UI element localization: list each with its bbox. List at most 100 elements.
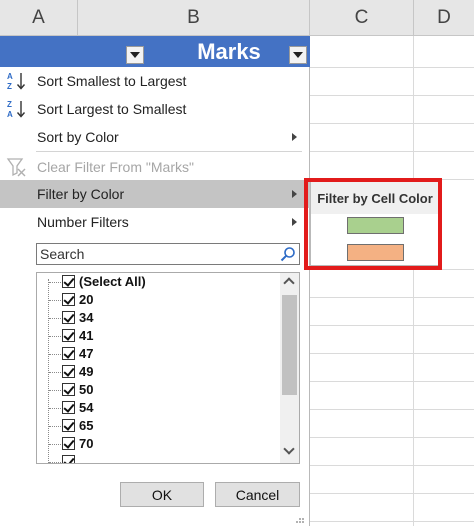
column-header-a-label: A <box>32 6 45 28</box>
tree-branch <box>49 372 61 373</box>
list-item-label: 34 <box>79 310 94 325</box>
chevron-right-icon <box>292 218 297 226</box>
filter-dropdown-button-b[interactable] <box>289 46 307 64</box>
svg-text:A: A <box>7 110 13 119</box>
list-item[interactable]: 41 <box>37 327 281 345</box>
list-item[interactable]: 50 <box>37 381 281 399</box>
checkbox[interactable] <box>62 347 75 360</box>
checkbox[interactable] <box>62 311 75 324</box>
column-header-b-label: B <box>187 6 200 28</box>
checkbox[interactable] <box>62 365 75 378</box>
list-item[interactable]: 49 <box>37 363 281 381</box>
header-title: Marks <box>197 38 261 64</box>
grid-line <box>310 521 474 522</box>
chevron-right-icon <box>292 190 297 198</box>
checkbox[interactable] <box>62 275 75 288</box>
chevron-right-icon <box>292 133 297 141</box>
tree-branch <box>49 390 61 391</box>
list-item[interactable]: 54 <box>37 399 281 417</box>
tree-branch <box>49 426 61 427</box>
list-item-label: 54 <box>79 400 94 415</box>
svg-text:Z: Z <box>7 100 12 109</box>
grid-line <box>310 123 474 124</box>
checkbox[interactable] <box>62 401 75 414</box>
scroll-up-icon[interactable] <box>283 277 295 289</box>
chevron-down-icon <box>130 52 140 58</box>
grid-line <box>310 381 474 382</box>
list-item-label: 47 <box>79 346 94 361</box>
tree-branch <box>49 282 61 283</box>
grid-line <box>310 95 474 96</box>
column-header-a[interactable]: A <box>0 0 78 36</box>
column-header-d-label: D <box>437 6 451 28</box>
tree-branch <box>49 354 61 355</box>
svg-text:A: A <box>7 72 13 81</box>
list-item-label: (Select All) <box>79 274 146 289</box>
column-header-b[interactable]: B <box>78 0 310 36</box>
menu-item-label: Sort by Color <box>37 129 119 145</box>
list-item-label: 49 <box>79 364 94 379</box>
list-scrollbar[interactable] <box>280 272 300 464</box>
ok-button[interactable]: OK <box>120 482 204 507</box>
menu-item-sort-descending[interactable]: Z A Sort Largest to Smallest <box>0 95 310 123</box>
checkbox[interactable] <box>62 437 75 450</box>
menu-item-label: Sort Largest to Smallest <box>37 101 187 117</box>
scrollbar-thumb[interactable] <box>282 295 297 395</box>
header-cell-a[interactable] <box>0 36 78 67</box>
tree-branch <box>49 300 61 301</box>
sort-ascending-icon: A Z <box>7 72 26 91</box>
menu-item-clear-filter[interactable]: Clear Filter From "Marks" <box>0 153 310 181</box>
grid-line <box>413 36 414 526</box>
column-header-d[interactable]: D <box>414 0 474 36</box>
checkbox[interactable] <box>62 329 75 342</box>
filter-dropdown-button-a[interactable] <box>126 46 144 64</box>
search-icon <box>280 247 295 262</box>
list-item[interactable]: 70 <box>37 435 281 453</box>
tree-branch <box>49 408 61 409</box>
menu-separator <box>36 151 302 152</box>
list-item[interactable]: 34 <box>37 309 281 327</box>
chevron-down-icon <box>293 52 303 58</box>
resize-grip-icon[interactable] <box>294 516 306 524</box>
list-item-label: 70 <box>79 436 94 451</box>
grid-line <box>310 437 474 438</box>
search-input[interactable]: Search <box>36 243 300 265</box>
checkbox[interactable] <box>62 419 75 432</box>
menu-item-sort-by-color[interactable]: Sort by Color <box>0 123 310 151</box>
grid-line <box>310 493 474 494</box>
menu-item-filter-by-color[interactable]: Filter by Color <box>0 180 310 208</box>
checkbox[interactable] <box>62 293 75 306</box>
grid-line <box>310 325 474 326</box>
list-item-label: 20 <box>79 292 94 307</box>
grid-line <box>310 409 474 410</box>
list-item-label: 41 <box>79 328 94 343</box>
column-header-c[interactable]: C <box>310 0 414 36</box>
list-item[interactable]: (Select All) <box>37 273 281 291</box>
list-item[interactable]: 47 <box>37 345 281 363</box>
menu-item-label: Sort Smallest to Largest <box>37 73 187 89</box>
list-item[interactable]: 65 <box>37 417 281 435</box>
menu-item-number-filters[interactable]: Number Filters <box>0 208 310 236</box>
list-item-label: 50 <box>79 382 94 397</box>
tree-branch <box>49 336 61 337</box>
scroll-down-icon[interactable] <box>283 443 295 455</box>
grid-line <box>310 465 474 466</box>
svg-text:Z: Z <box>7 82 12 91</box>
search-placeholder: Search <box>40 246 85 262</box>
checkbox[interactable] <box>62 455 75 463</box>
grid-line <box>310 297 474 298</box>
tree-branch <box>49 444 61 445</box>
values-checklist[interactable]: (Select All) 20 34 41 47 49 50 54 65 70 <box>36 272 300 464</box>
checkbox[interactable] <box>62 383 75 396</box>
grid-line <box>310 151 474 152</box>
tree-branch <box>49 318 61 319</box>
menu-item-label: Clear Filter From "Marks" <box>37 159 194 175</box>
column-header-c-label: C <box>354 6 369 28</box>
sort-descending-icon: Z A <box>7 100 26 119</box>
annotation-highlight-box <box>304 178 442 270</box>
list-item-label: 65 <box>79 418 94 433</box>
menu-item-sort-ascending[interactable]: A Z Sort Smallest to Largest <box>0 67 310 95</box>
list-item-partial[interactable] <box>37 453 281 463</box>
cancel-button[interactable]: Cancel <box>215 482 300 507</box>
list-item[interactable]: 20 <box>37 291 281 309</box>
